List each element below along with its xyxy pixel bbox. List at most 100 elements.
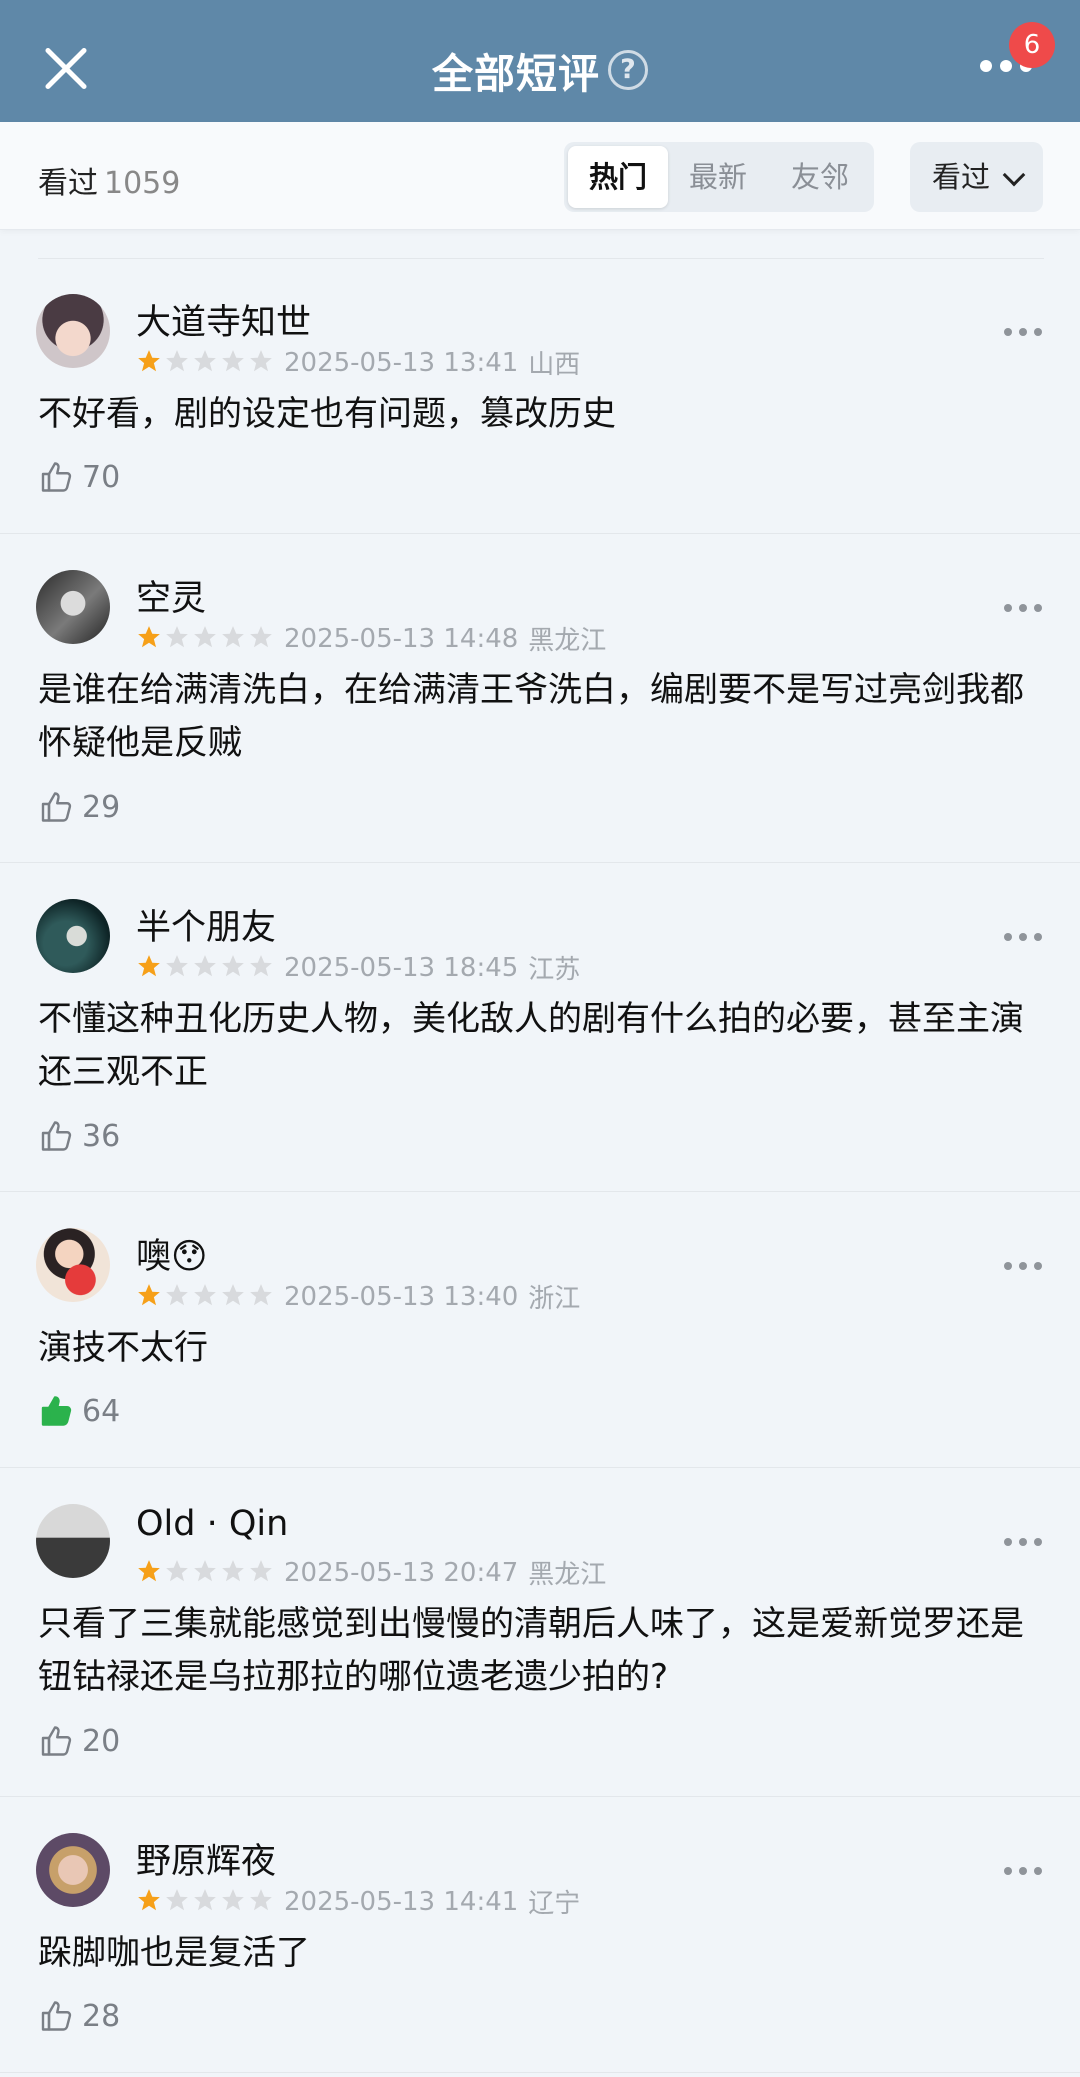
like-count: 36	[82, 1118, 121, 1154]
star-icon	[250, 1559, 272, 1581]
thumbs-up-icon	[41, 1726, 72, 1756]
tab-friends[interactable]: 友邻	[770, 146, 870, 208]
review-content: 不懂这种丑化历史人物，美化敌人的剧有什么拍的必要，甚至主演还三观不正	[38, 999, 1024, 1092]
seen-count-label: 看过 1059	[38, 158, 180, 202]
like-button[interactable]: 20	[40, 1722, 120, 1762]
star-icon	[194, 1888, 216, 1910]
star-icon	[138, 1283, 160, 1305]
star-icon	[194, 625, 216, 647]
review-list: 大道寺知世 2025-05-13 13:41 山西 不好看，剧的设定也有问题，篡改…	[0, 258, 1080, 2073]
seen-label: 看过	[38, 166, 98, 201]
star-icon	[138, 625, 160, 647]
avatar[interactable]	[36, 899, 110, 973]
tab-latest[interactable]: 最新	[668, 146, 768, 208]
like-button[interactable]: 29	[40, 788, 120, 828]
more-horizontal-icon[interactable]	[1004, 604, 1044, 614]
review-location: 浙江	[528, 1284, 581, 1314]
star-icon	[138, 1559, 160, 1581]
review-datetime: 2025-05-13 14:48	[284, 623, 519, 654]
star-icon	[250, 1888, 272, 1910]
review-datetime: 2025-05-13 13:40	[284, 1281, 519, 1312]
star-icon	[166, 1559, 188, 1581]
like-count: 64	[82, 1393, 121, 1429]
review-datetime: 2025-05-13 18:45	[284, 952, 519, 983]
star-icon	[250, 954, 272, 976]
like-button[interactable]: 64	[40, 1392, 120, 1432]
review-item: 空灵 2025-05-13 14:48 黑龙江 是谁在给满清洗白，在给满清王爷洗白…	[0, 534, 1080, 863]
divider	[38, 2072, 1044, 2073]
like-count: 29	[82, 789, 121, 825]
review-content: 演技不太行	[38, 1328, 208, 1368]
more-horizontal-icon[interactable]	[1004, 328, 1044, 338]
star-icon	[222, 1283, 244, 1305]
like-button[interactable]: 28	[40, 1997, 120, 2037]
star-icon	[194, 349, 216, 371]
star-icon	[222, 954, 244, 976]
like-count: 28	[82, 1998, 121, 2034]
review-content: 不好看，剧的设定也有问题，篡改历史	[38, 394, 616, 434]
avatar[interactable]	[36, 1833, 110, 1907]
review-location: 黑龙江	[528, 626, 607, 656]
more-horizontal-icon[interactable]	[1004, 1262, 1044, 1272]
review-meta: 2025-05-13 18:45 江苏	[136, 949, 580, 985]
thumbs-up-icon	[41, 2001, 72, 2031]
star-icon	[138, 1888, 160, 1910]
more-horizontal-icon[interactable]	[1004, 1538, 1044, 1548]
like-button[interactable]: 70	[40, 458, 120, 498]
review-location: 江苏	[528, 955, 581, 985]
review-datetime: 2025-05-13 13:41	[284, 347, 519, 378]
rating-stars	[136, 1887, 276, 1917]
avatar[interactable]	[36, 1228, 110, 1302]
username[interactable]: 噢😯	[136, 1228, 208, 1279]
status-dropdown[interactable]: 看过	[910, 142, 1043, 212]
star-icon	[166, 625, 188, 647]
page-title: 全部短评	[432, 50, 600, 98]
star-icon	[222, 1559, 244, 1581]
more-horizontal-icon[interactable]	[1004, 1867, 1044, 1877]
seen-count: 1059	[104, 166, 181, 201]
review-item: 噢😯 2025-05-13 13:40 浙江 演技不太行 64	[0, 1192, 1080, 1468]
like-button[interactable]: 36	[40, 1117, 120, 1157]
review-content: 跺脚咖也是复活了	[38, 1933, 310, 1973]
tab-hot[interactable]: 热门	[568, 146, 668, 208]
review-item: 野原辉夜 2025-05-13 14:41 辽宁 跺脚咖也是复活了 28	[0, 1797, 1080, 2073]
question-circle-icon[interactable]: ?	[608, 50, 648, 90]
title-wrap: 全部短评?	[0, 40, 1080, 100]
rating-stars	[136, 348, 276, 378]
username[interactable]: 空灵	[136, 570, 206, 621]
star-icon	[166, 1283, 188, 1305]
filter-bar: 看过 1059 热门 最新 友邻 看过	[0, 122, 1080, 230]
thumbs-up-icon	[41, 1121, 72, 1151]
like-count: 20	[82, 1723, 121, 1759]
avatar[interactable]	[36, 294, 110, 368]
star-icon	[222, 625, 244, 647]
review-item: 大道寺知世 2025-05-13 13:41 山西 不好看，剧的设定也有问题，篡改…	[0, 258, 1080, 534]
review-item: Old · Qin 2025-05-13 20:47 黑龙江 只看了三集就能感觉到…	[0, 1468, 1080, 1797]
username[interactable]: Old · Qin	[136, 1504, 288, 1544]
review-item: 半个朋友 2025-05-13 18:45 江苏 不懂这种丑化历史人物，美化敌人的…	[0, 863, 1080, 1192]
star-icon	[166, 954, 188, 976]
review-datetime: 2025-05-13 20:47	[284, 1557, 519, 1588]
top-bar: 全部短评? 6	[0, 0, 1080, 122]
star-icon	[166, 349, 188, 371]
thumbs-up-icon	[41, 792, 72, 822]
rating-stars	[136, 624, 276, 654]
thumbs-up-icon	[41, 1396, 72, 1426]
username[interactable]: 半个朋友	[136, 899, 276, 950]
review-meta: 2025-05-13 13:41 山西	[136, 344, 580, 380]
username[interactable]: 野原辉夜	[136, 1833, 276, 1884]
username[interactable]: 大道寺知世	[136, 294, 311, 345]
more-horizontal-icon[interactable]	[1004, 933, 1044, 943]
sort-segmented-control: 热门 最新 友邻	[564, 142, 874, 212]
star-icon	[194, 1283, 216, 1305]
avatar[interactable]	[36, 1504, 110, 1578]
rating-stars	[136, 1558, 276, 1588]
star-icon	[250, 625, 272, 647]
star-icon	[222, 349, 244, 371]
avatar[interactable]	[36, 570, 110, 644]
review-content: 只看了三集就能感觉到出慢慢的清朝后人味了，这是爱新觉罗还是钮钴禄还是乌拉那拉的哪…	[38, 1604, 1024, 1697]
star-icon	[222, 1888, 244, 1910]
review-location: 山西	[528, 350, 581, 380]
review-meta: 2025-05-13 14:48 黑龙江	[136, 620, 606, 656]
status-dropdown-label: 看过	[932, 160, 991, 194]
